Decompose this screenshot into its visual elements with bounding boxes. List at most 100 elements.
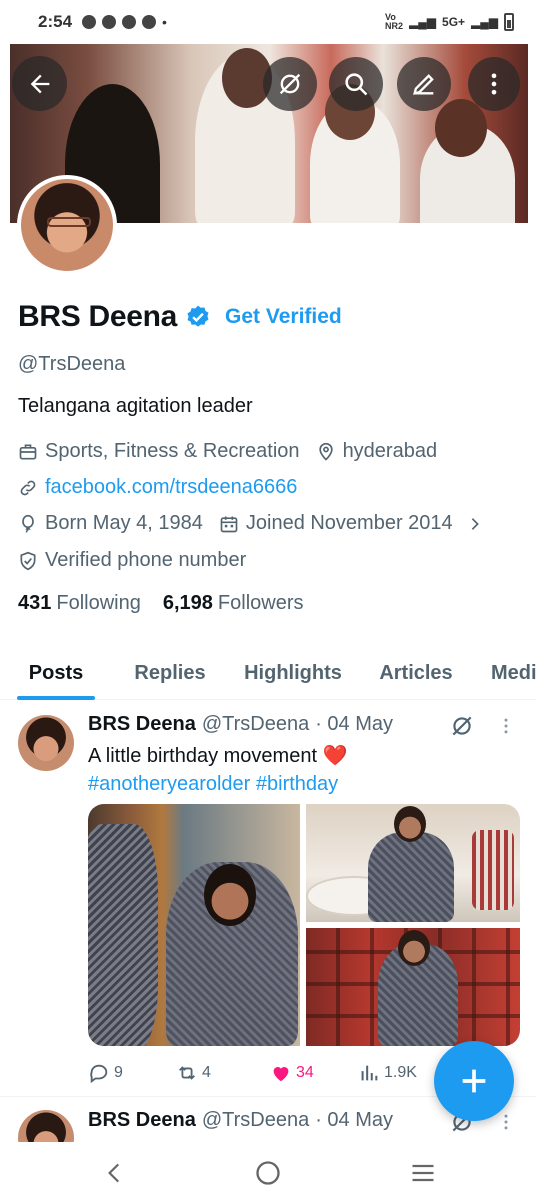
profile-name-row: BRS Deena Get Verified: [18, 300, 342, 334]
followers-count: 6,198: [162, 592, 213, 614]
post-text: A little birthday movement ❤️: [88, 742, 347, 770]
grok-button[interactable]: [263, 57, 317, 111]
profile-link[interactable]: facebook.com/trsdeena6666: [45, 476, 297, 499]
more-vertical-icon: [491, 73, 497, 95]
system-back-button[interactable]: [100, 1158, 130, 1188]
network-label: 5G+: [442, 15, 466, 29]
home-circle-icon: [256, 1161, 280, 1185]
post-avatar[interactable]: [18, 715, 74, 771]
plus-icon: [462, 1069, 486, 1093]
reply-icon: [90, 1064, 108, 1084]
views-button[interactable]: 1.9K: [358, 1062, 417, 1084]
system-home-button[interactable]: [253, 1158, 283, 1188]
status-bar: 2:54 • Vo NR2 ▂▄▆ 5G+ ▂▄▆: [0, 0, 536, 44]
balloon-icon: [22, 514, 34, 532]
post-date: · 04 May: [315, 713, 393, 735]
repost-count: 4: [202, 1064, 211, 1081]
heart-filled-icon: [273, 1067, 289, 1082]
signal-icon: ▂▄▆: [409, 15, 437, 29]
post-header: BRS Deena @TrsDeena · 04 May: [88, 713, 393, 736]
tab-posts[interactable]: Posts: [17, 646, 95, 700]
search-icon: [345, 73, 368, 96]
profile-born: Born May 4, 1984: [45, 512, 203, 534]
profile-avatar[interactable]: [17, 175, 117, 275]
back-button[interactable]: [12, 56, 67, 111]
profile-verified-phone: Verified phone number: [45, 549, 247, 571]
profile-meta-row: Verified phone number: [18, 549, 246, 572]
profile-category: Sports, Fitness & Recreation: [45, 440, 300, 462]
tab-label: Replies: [134, 661, 206, 684]
following-link[interactable]: 431 Following: [18, 592, 141, 615]
status-right: Vo NR2 ▂▄▆ 5G+ ▂▄▆: [385, 13, 514, 31]
pencil-icon: [413, 74, 434, 95]
tab-label: Highlights: [244, 661, 342, 684]
status-time: 2:54: [38, 12, 73, 31]
briefcase-icon: [19, 444, 37, 459]
add-contact-icon: [142, 15, 157, 29]
profile-tabs: Posts Replies Highlights Articles Media: [0, 646, 536, 700]
search-button[interactable]: [329, 57, 383, 111]
signal-icon-2: ▂▄▆: [471, 15, 498, 29]
system-nav-bar: [0, 1142, 536, 1200]
grok-icon: [279, 73, 301, 95]
post-photo[interactable]: [306, 804, 520, 922]
views-count: 1.9K: [384, 1064, 417, 1081]
repost-button[interactable]: 4: [176, 1062, 211, 1084]
post-item[interactable]: BRS Deena @TrsDeena · 04 May A little bi…: [0, 702, 536, 1097]
analytics-icon: [361, 1065, 378, 1081]
profile-joined: Joined November 2014: [245, 512, 453, 534]
post-media-grid: [88, 804, 520, 1046]
photo-figure-head: [394, 806, 426, 842]
profile-meta-row: Sports, Fitness & Recreation hyderabad: [18, 440, 437, 463]
profile-location: hyderabad: [342, 440, 438, 462]
tab-replies[interactable]: Replies: [115, 646, 225, 700]
arrow-left-icon: [30, 74, 49, 93]
followers-link[interactable]: 6,198 Followers: [163, 592, 304, 615]
reply-count: 9: [114, 1064, 123, 1081]
notification-icons: •: [82, 14, 167, 30]
photo-figure-head: [204, 864, 256, 926]
edit-button[interactable]: [397, 57, 451, 111]
post-author: BRS Deena: [88, 1109, 196, 1131]
location-pin-icon: [318, 442, 333, 461]
chevron-left-icon: [108, 1163, 120, 1183]
profile-name: BRS Deena: [18, 300, 178, 333]
like-button[interactable]: 34: [270, 1062, 314, 1084]
grok-icon[interactable]: [449, 713, 475, 739]
more-vertical-icon[interactable]: [496, 1112, 516, 1132]
more-button[interactable]: [468, 57, 520, 111]
system-recents-button[interactable]: [408, 1158, 438, 1188]
post-avatar[interactable]: [18, 1110, 74, 1142]
post-date: · 04 May: [315, 1109, 393, 1131]
snapchat-icon: [82, 15, 97, 29]
post-photo[interactable]: [88, 804, 300, 1046]
more-vertical-icon[interactable]: [496, 716, 516, 736]
menu-lines-icon: [412, 1164, 434, 1182]
reply-button[interactable]: 9: [88, 1062, 123, 1084]
tab-articles[interactable]: Articles: [361, 646, 471, 700]
profile-handle: @TrsDeena: [18, 353, 126, 375]
tab-highlights[interactable]: Highlights: [225, 646, 361, 700]
messenger-icon: [122, 15, 137, 29]
photo-figure: [88, 824, 158, 1046]
post-handle: @TrsDeena: [201, 713, 310, 735]
post-hashtags[interactable]: #anotheryearolder #birthday: [88, 770, 338, 798]
chevron-right-icon: [471, 517, 479, 530]
profile-meta-row[interactable]: Born May 4, 1984 Joined November 2014: [18, 512, 483, 535]
calendar-icon: [220, 516, 238, 532]
avatar-glasses: [47, 217, 91, 227]
post-header: BRS Deena @TrsDeena · 04 May: [88, 1109, 393, 1132]
post-actions: 9 4 34 1.9K: [88, 1062, 488, 1086]
banner-figure-head: [435, 99, 487, 157]
tab-label: Articles: [379, 661, 453, 684]
tab-label: Posts: [28, 661, 84, 684]
photo-figure: [368, 832, 454, 922]
heart-emoji: ❤️: [322, 745, 348, 767]
post-photo[interactable]: [306, 928, 520, 1046]
post-body: A little birthday movement: [88, 745, 317, 767]
get-verified-link[interactable]: Get Verified: [225, 305, 342, 329]
compose-post-button[interactable]: [434, 1041, 514, 1121]
link-icon: [20, 480, 36, 495]
post-author: BRS Deena: [88, 713, 196, 735]
tab-media[interactable]: Media: [471, 646, 536, 700]
